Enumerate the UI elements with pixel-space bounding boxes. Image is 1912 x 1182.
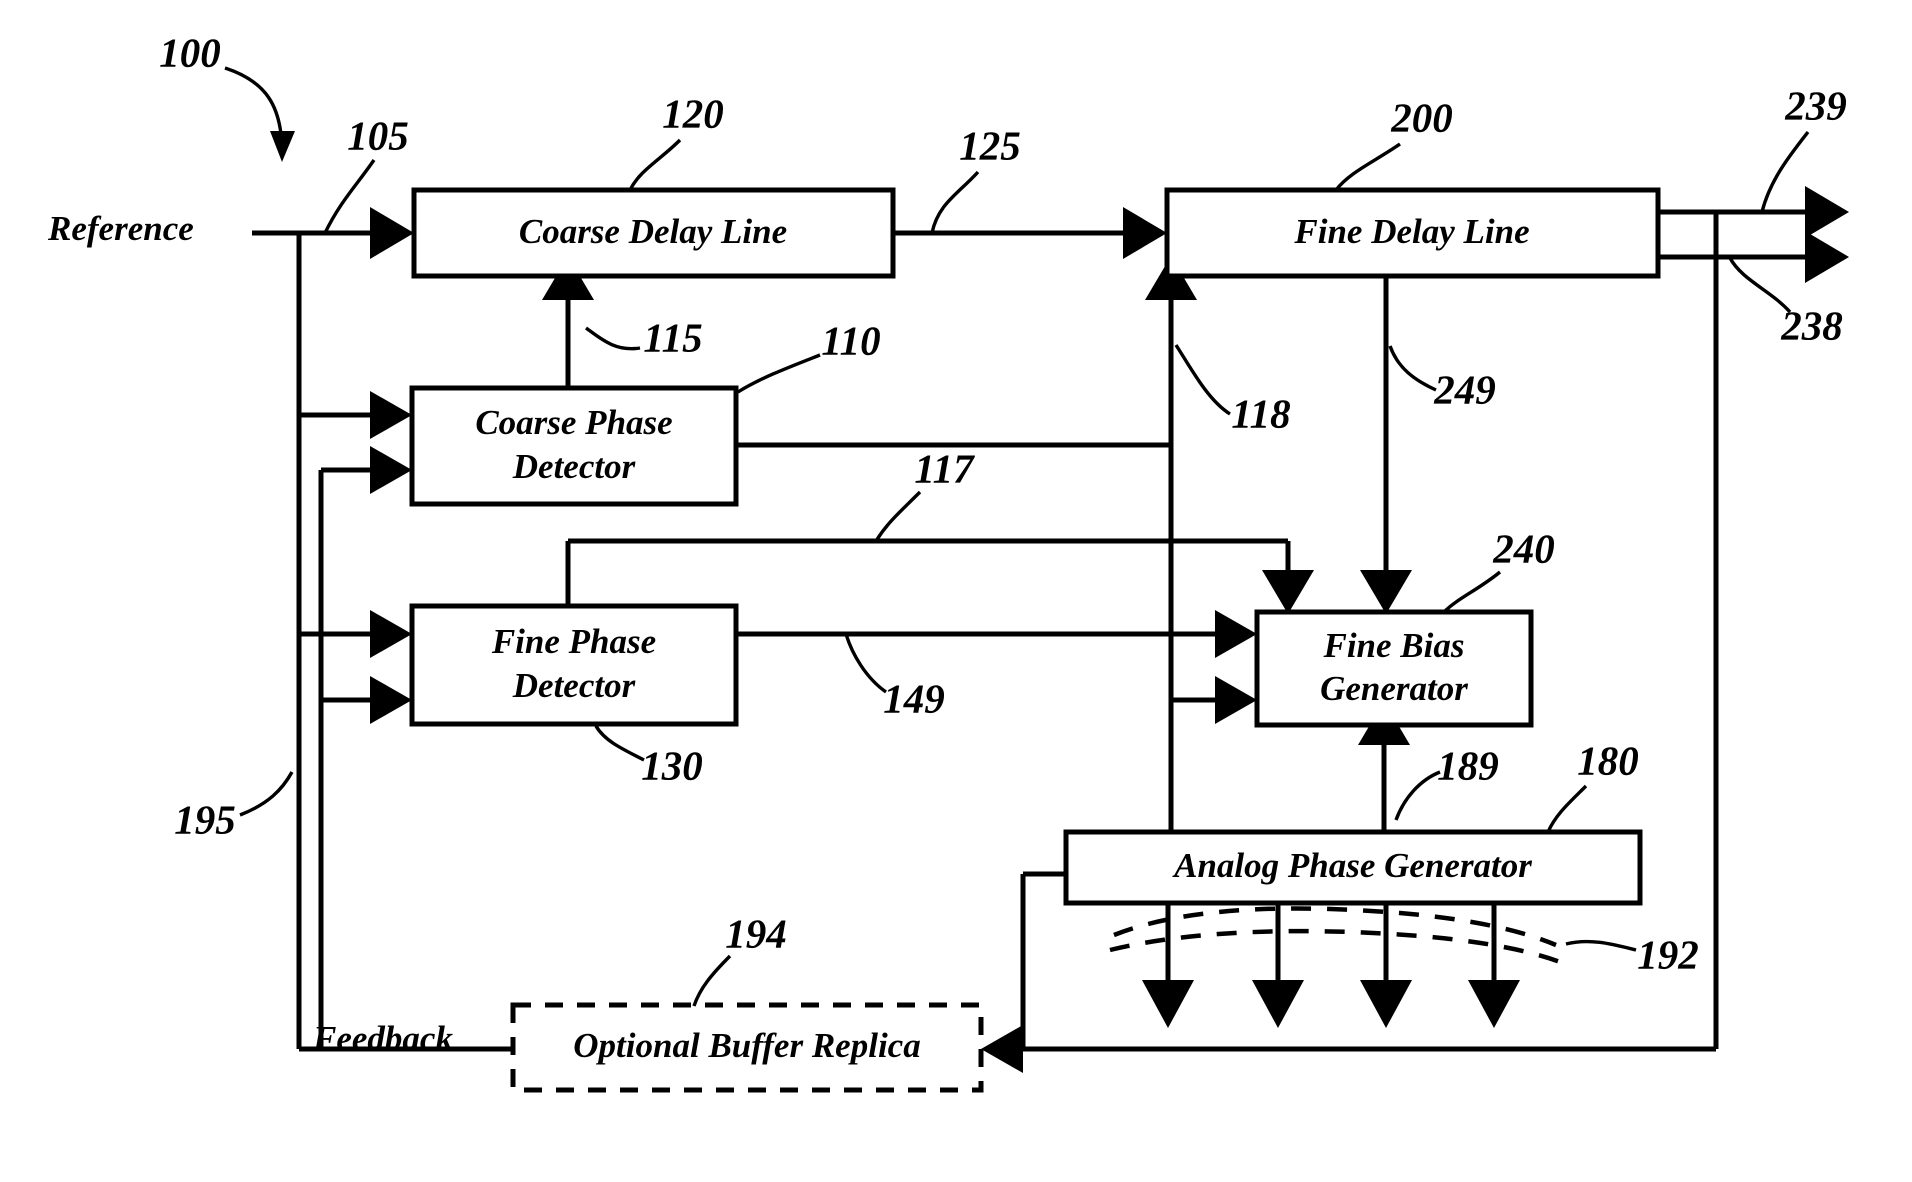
block-coarse-phase-detector[interactable]: Coarse Phase Detector (409, 385, 739, 507)
leader-100-arrowhead (270, 131, 295, 162)
arrowhead-192-phase-1 (1142, 980, 1194, 1028)
ref-num-105: 105 (347, 112, 409, 158)
leader-195 (239, 771, 294, 817)
block-coarse-phase-detector-label-line2: Detector (512, 447, 636, 486)
block-fine-phase-detector[interactable]: Fine Phase Detector (409, 603, 739, 727)
leader-118 (1174, 344, 1231, 416)
dashed-bus-arc-upper (1113, 906, 1557, 948)
ref-num-239: 239 (1784, 82, 1847, 128)
arrowhead-192-phase-2 (1252, 980, 1304, 1028)
leader-115 (585, 326, 641, 351)
ref-num-200: 200 (1390, 94, 1453, 140)
arrowhead-coarse-pd-in2 (370, 446, 412, 494)
ref-num-149: 149 (883, 675, 945, 721)
leader-120 (628, 138, 682, 191)
leader-149 (844, 633, 887, 694)
block-fine-delay-line-label: Fine Delay Line (1293, 212, 1529, 251)
leader-194 (692, 954, 732, 1007)
block-optional-buffer-replica[interactable]: Optional Buffer Replica (510, 1002, 984, 1093)
arrowhead-into-buffer-replica (981, 1025, 1023, 1073)
block-fine-phase-detector-label-line1: Fine Phase (491, 622, 656, 661)
leader-239 (1760, 130, 1810, 213)
block-fine-bias-generator-label-line1: Fine Bias (1322, 626, 1464, 665)
arrowhead-249-into-fbg-top (1360, 570, 1412, 614)
ref-num-180: 180 (1577, 737, 1639, 783)
arrowhead-fine-pd-in1 (370, 610, 412, 658)
leader-117 (874, 490, 922, 542)
block-analog-phase-generator-label: Analog Phase Generator (1172, 846, 1532, 885)
arrowhead-output-239 (1805, 186, 1849, 238)
arrowhead-output-238 (1805, 231, 1849, 283)
leader-249 (1388, 345, 1437, 392)
label-reference: Reference (47, 209, 194, 248)
block-diagram-canvas: Coarse Delay Line Fine Delay Line Coarse… (47, 29, 1849, 1093)
leader-105 (323, 159, 376, 234)
block-fine-phase-detector-label-line2: Detector (512, 666, 636, 705)
leader-238 (1728, 257, 1792, 314)
ref-num-194: 194 (725, 910, 787, 956)
leader-189 (1394, 770, 1441, 821)
block-coarse-delay-line[interactable]: Coarse Delay Line (411, 187, 896, 279)
arrowhead-into-fine-delay (1123, 207, 1167, 259)
leader-180 (1546, 784, 1588, 833)
block-fine-delay-line[interactable]: Fine Delay Line (1164, 187, 1661, 279)
ref-num-195: 195 (174, 796, 236, 842)
leader-110 (737, 353, 821, 394)
ref-num-130: 130 (641, 742, 703, 788)
arrowhead-fine-pd-in2 (370, 676, 412, 724)
label-feedback: Feedback (312, 1019, 453, 1058)
leader-240 (1442, 570, 1502, 614)
ref-num-115: 115 (643, 314, 702, 360)
arrowhead-118-into-fbg (1215, 676, 1257, 724)
leader-130 (594, 725, 645, 762)
block-optional-buffer-replica-label: Optional Buffer Replica (573, 1026, 920, 1065)
leader-125 (930, 170, 980, 234)
arrowhead-117-into-fbg-top (1262, 570, 1314, 614)
arrowhead-149-into-fbg (1215, 610, 1257, 658)
arrowhead-192-phase-4 (1468, 980, 1520, 1028)
ref-num-240: 240 (1492, 525, 1555, 571)
ref-num-192: 192 (1637, 931, 1699, 977)
arrowhead-192-phase-3 (1360, 980, 1412, 1028)
ref-num-125: 125 (959, 122, 1021, 168)
leader-192 (1565, 939, 1637, 952)
arrowhead-into-coarse-delay (370, 207, 414, 259)
block-analog-phase-generator[interactable]: Analog Phase Generator (1063, 829, 1643, 906)
leader-200 (1334, 142, 1401, 192)
ref-num-249: 249 (1433, 366, 1496, 412)
block-coarse-phase-detector-label-line1: Coarse Phase (475, 403, 672, 442)
ref-num-117: 117 (914, 445, 975, 491)
block-fine-bias-generator-label-line2: Generator (1320, 669, 1468, 708)
arrowhead-coarse-pd-in1 (370, 391, 412, 439)
ref-num-120: 120 (662, 90, 724, 136)
block-fine-bias-generator[interactable]: Fine Bias Generator (1254, 609, 1534, 728)
ref-num-110: 110 (821, 317, 880, 363)
ref-num-189: 189 (1437, 742, 1499, 788)
ref-num-118: 118 (1231, 390, 1290, 436)
patent-figure-page: Coarse Delay Line Fine Delay Line Coarse… (0, 0, 1912, 1182)
block-coarse-delay-line-label: Coarse Delay Line (519, 212, 787, 251)
ref-num-100: 100 (159, 29, 221, 75)
